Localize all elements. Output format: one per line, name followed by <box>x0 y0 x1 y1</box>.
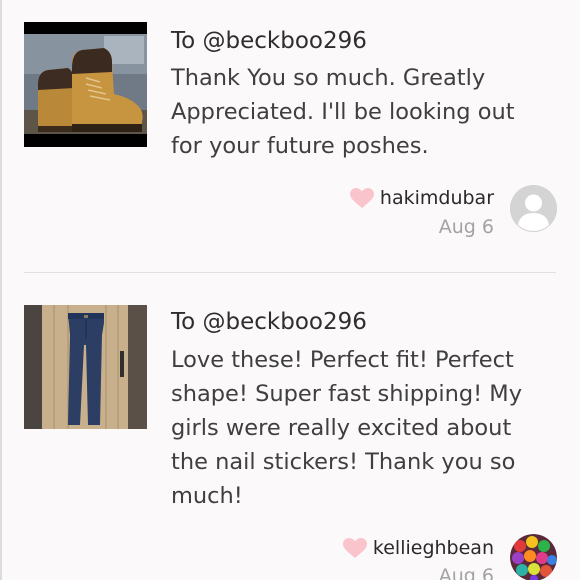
listing-photo[interactable] <box>24 22 147 147</box>
love-note-card: To @beckboo296 Thank You so much. Greatl… <box>0 0 580 272</box>
author-row[interactable]: kellieghbean <box>342 537 494 559</box>
author-avatar[interactable] <box>510 534 557 580</box>
heart-icon <box>349 187 374 208</box>
note-message: Thank You so much. Greatly Appreciated. … <box>171 65 515 159</box>
author-row[interactable]: hakimdubar <box>349 187 494 209</box>
author-username[interactable]: kellieghbean <box>373 537 494 559</box>
default-user-avatar-icon <box>510 185 557 232</box>
heart-icon <box>342 537 367 558</box>
love-note-card: To @beckboo296 Love these! Perfect fit! … <box>0 273 580 580</box>
listing-photo[interactable] <box>24 305 147 429</box>
note-date: Aug 6 <box>438 565 494 580</box>
author-avatar[interactable] <box>510 185 557 232</box>
note-message: Love these! Perfect fit! Perfect shape! … <box>171 347 523 509</box>
boots-photo <box>24 22 147 147</box>
candy-avatar-icon <box>510 534 557 580</box>
recipient-label[interactable]: To @beckboo296 <box>171 28 367 54</box>
jeans-photo <box>24 305 147 429</box>
author-username[interactable]: hakimdubar <box>380 187 494 209</box>
note-date: Aug 6 <box>438 216 494 238</box>
recipient-label[interactable]: To @beckboo296 <box>171 309 367 335</box>
love-notes-feed: To @beckboo296 Thank You so much. Greatl… <box>0 0 580 580</box>
